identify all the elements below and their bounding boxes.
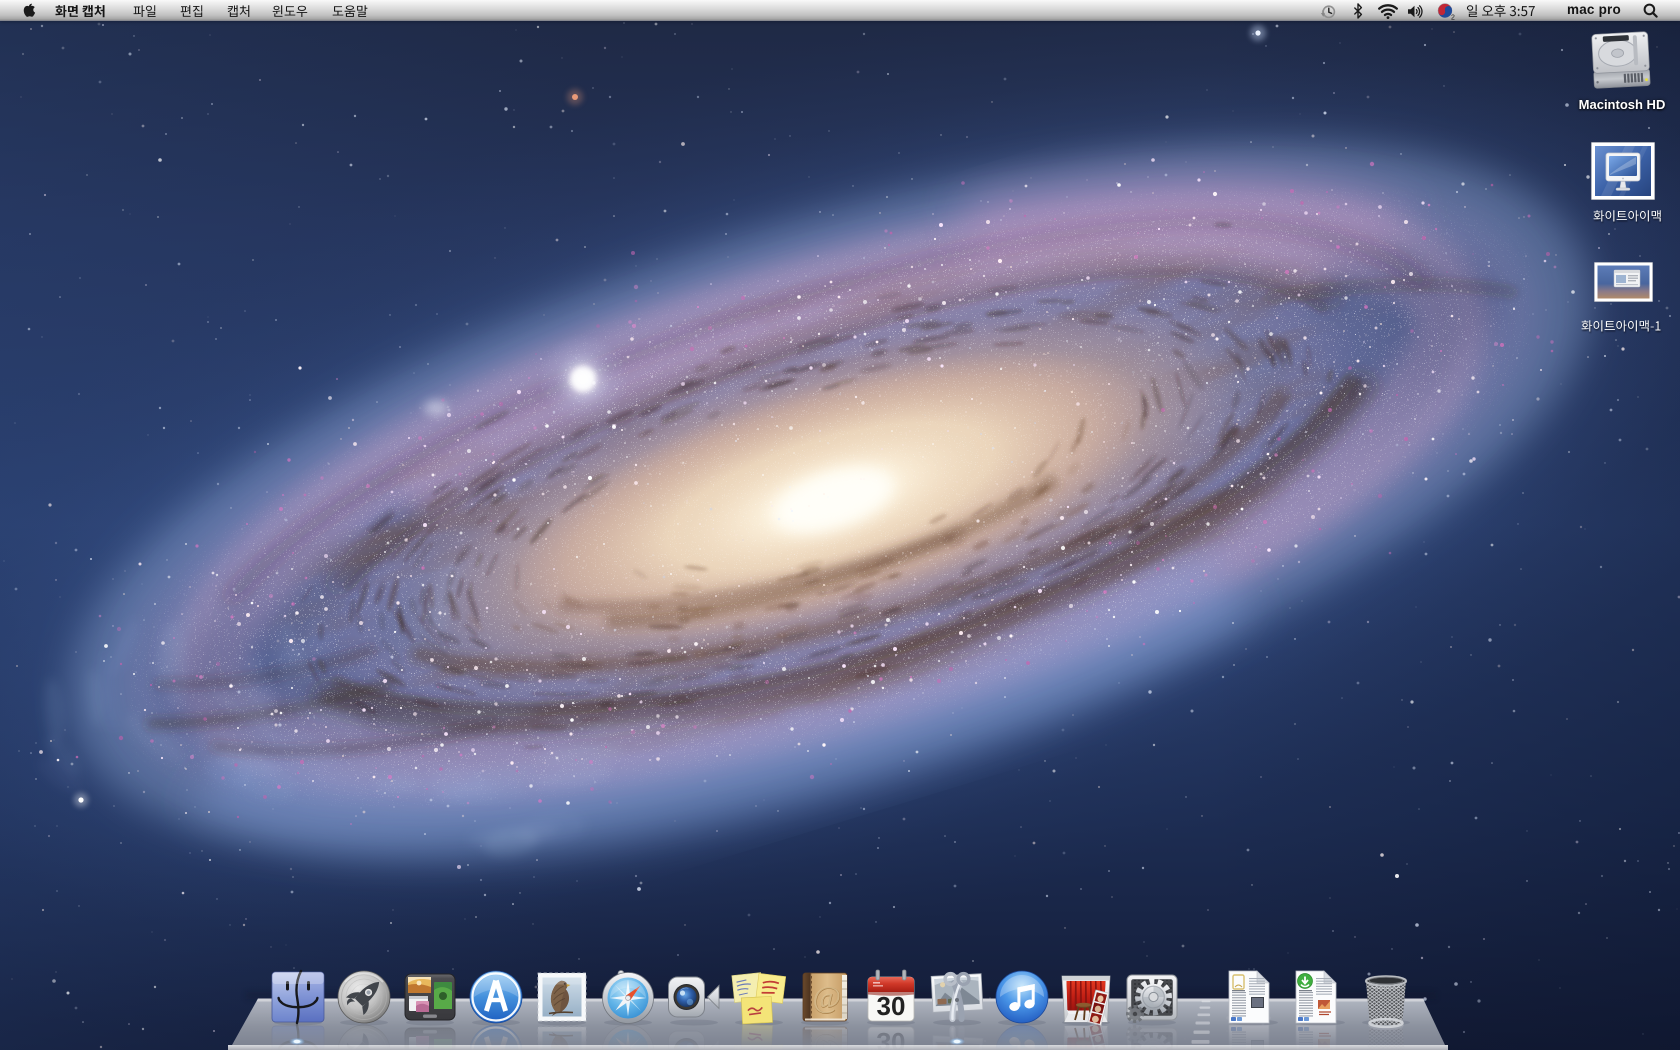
svg-text:2: 2	[1451, 15, 1455, 21]
